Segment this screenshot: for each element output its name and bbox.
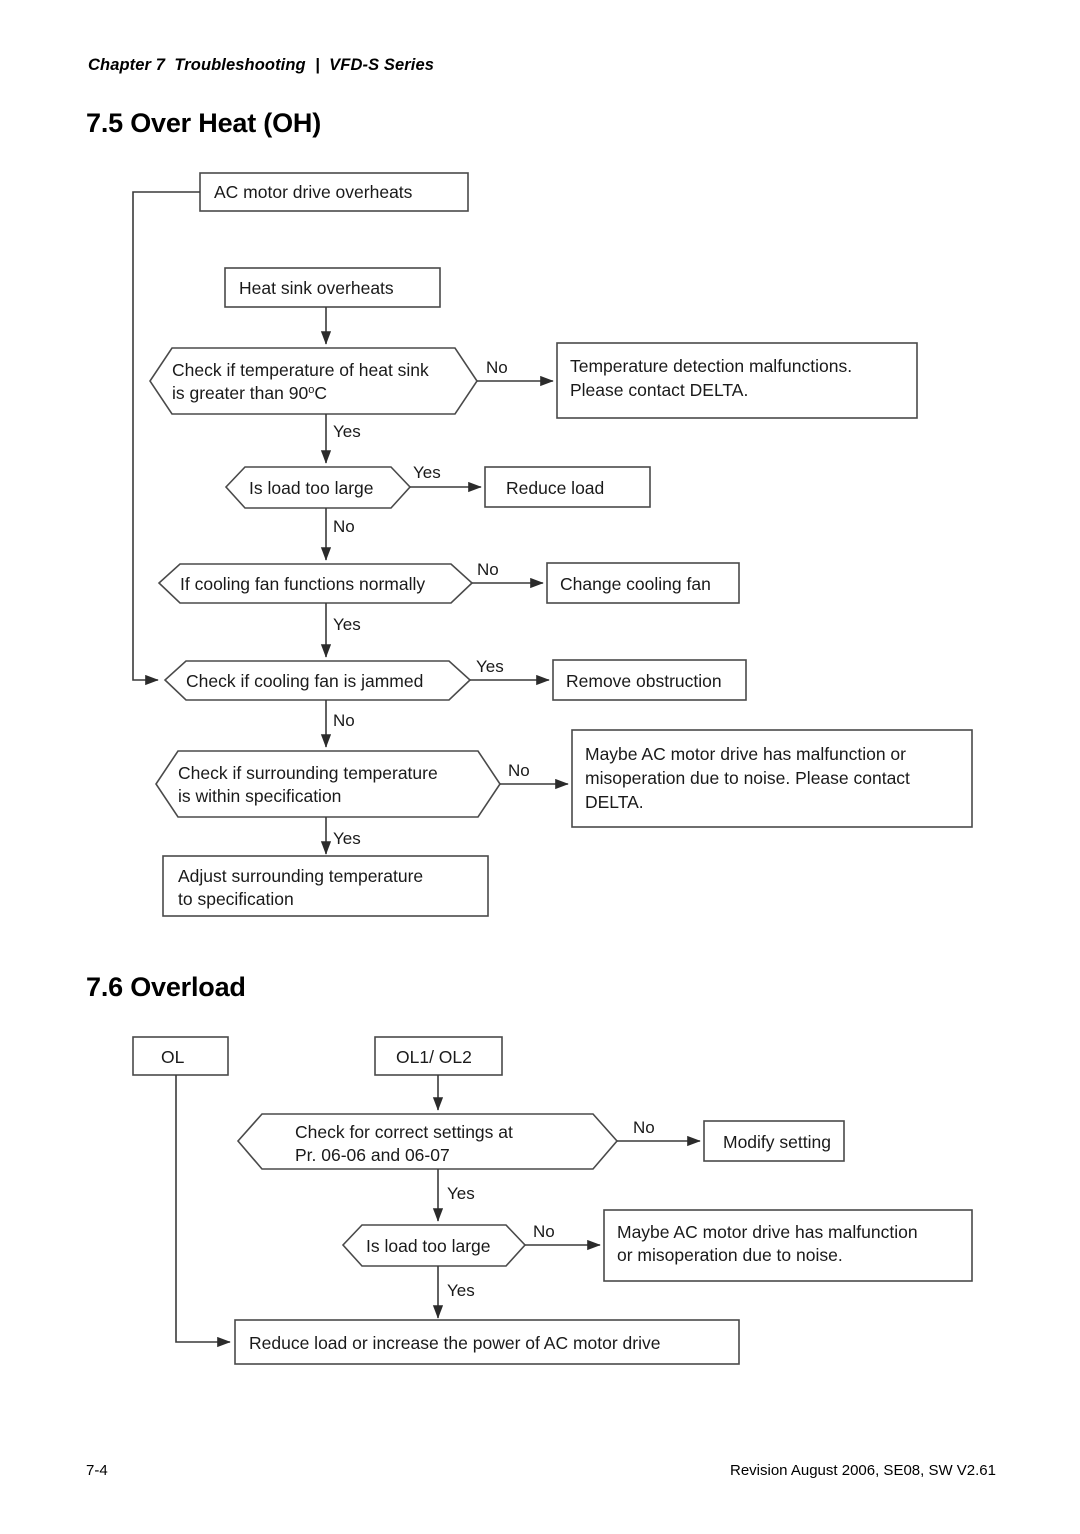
node-temperature-detection-malfunctions-line2: Please contact DELTA.	[570, 380, 748, 400]
edge-label-fan-normal-yes: Yes	[333, 615, 361, 634]
edge-label-temp-check-yes: Yes	[333, 422, 361, 441]
node-check-heatsink-temperature-line2: is greater than 90oC	[172, 383, 327, 403]
node-is-load-too-large-ol-label: Is load too large	[366, 1236, 491, 1256]
node-reduce-load-label: Reduce load	[506, 478, 604, 498]
node-heat-sink-overheats-label: Heat sink overheats	[239, 278, 394, 298]
document-page: Chapter 7 Troubleshooting | VFD-S Series…	[0, 0, 1080, 1534]
footer-revision: Revision August 2006, SE08, SW V2.61	[730, 1462, 996, 1479]
edge-label-fan-jammed-no: No	[333, 711, 355, 730]
running-head: Chapter 7 Troubleshooting | VFD-S Series	[88, 56, 434, 74]
node-temperature-detection-malfunctions-line1: Temperature detection malfunctions.	[570, 356, 852, 376]
node-check-surrounding-temperature-line1: Check if surrounding temperature	[178, 763, 438, 783]
node-maybe-malfunction-noise-ol-line2: or misoperation due to noise.	[617, 1245, 843, 1265]
node-check-correct-settings-line2: Pr. 06-06 and 06-07	[295, 1145, 450, 1165]
node-maybe-malfunction-noise-oh-line2: misoperation due to noise. Please contac…	[585, 768, 910, 788]
node-remove-obstruction-label: Remove obstruction	[566, 671, 722, 691]
edge-label-load-yes-ol: Yes	[447, 1281, 475, 1300]
node-check-heatsink-temperature-line1: Check if temperature of heat sink	[172, 360, 429, 380]
node-reduce-load-increase-power-label: Reduce load or increase the power of AC …	[249, 1333, 660, 1353]
edge-label-surround-no: No	[508, 761, 530, 780]
node-modify-setting-label: Modify setting	[723, 1132, 831, 1152]
edge-label-load-no-ol: No	[533, 1222, 555, 1241]
section-heading-overload: 7.6 Overload	[86, 972, 246, 1002]
edge-label-settings-yes: Yes	[447, 1184, 475, 1203]
edge-ol-to-reduce-load	[175, 1075, 231, 1348]
edge-label-load-yes-oh: Yes	[413, 463, 441, 482]
node-maybe-malfunction-noise-oh-line1: Maybe AC motor drive has malfunction or	[585, 744, 906, 764]
node-adjust-surrounding-temperature-line1: Adjust surrounding temperature	[178, 866, 423, 886]
node-cooling-fan-functions-normally-label: If cooling fan functions normally	[180, 574, 425, 594]
node-check-surrounding-temperature	[155, 750, 501, 818]
node-check-surrounding-temperature-line2: is within specification	[178, 786, 341, 806]
edge-label-fan-normal-no: No	[477, 560, 499, 579]
node-ol1-ol2-label: OL1/ OL2	[396, 1047, 472, 1067]
node-is-load-too-large-oh-label: Is load too large	[249, 478, 374, 498]
section-heading-over-heat: 7.5 Over Heat (OH)	[86, 108, 321, 138]
edge-label-load-no-oh: No	[333, 517, 355, 536]
footer-page-number: 7-4	[86, 1462, 108, 1479]
node-ol-label: OL	[161, 1047, 185, 1067]
node-ac-motor-drive-overheats-label: AC motor drive overheats	[214, 182, 413, 202]
node-check-heatsink-temperature	[149, 347, 478, 415]
node-maybe-malfunction-noise-ol-line1: Maybe AC motor drive has malfunction	[617, 1222, 918, 1242]
edge-label-fan-jammed-yes: Yes	[476, 657, 504, 676]
node-change-cooling-fan-label: Change cooling fan	[560, 574, 711, 594]
node-adjust-surrounding-temperature-line2: to specification	[178, 889, 294, 909]
edge-label-temp-check-no: No	[486, 358, 508, 377]
over-heat-flowchart: AC motor drive overheats Heat sink overh…	[132, 172, 973, 917]
edge-label-surround-yes: Yes	[333, 829, 361, 848]
node-check-correct-settings-line1: Check for correct settings at	[295, 1122, 513, 1142]
overload-flowchart: OL OL1/ OL2 Check for correct settings a…	[132, 1036, 973, 1365]
node-cooling-fan-jammed-label: Check if cooling fan is jammed	[186, 671, 423, 691]
node-maybe-malfunction-noise-oh-line3: DELTA.	[585, 792, 644, 812]
edge-label-settings-no: No	[633, 1118, 655, 1137]
edge-start-to-fan-jammed	[132, 191, 200, 686]
